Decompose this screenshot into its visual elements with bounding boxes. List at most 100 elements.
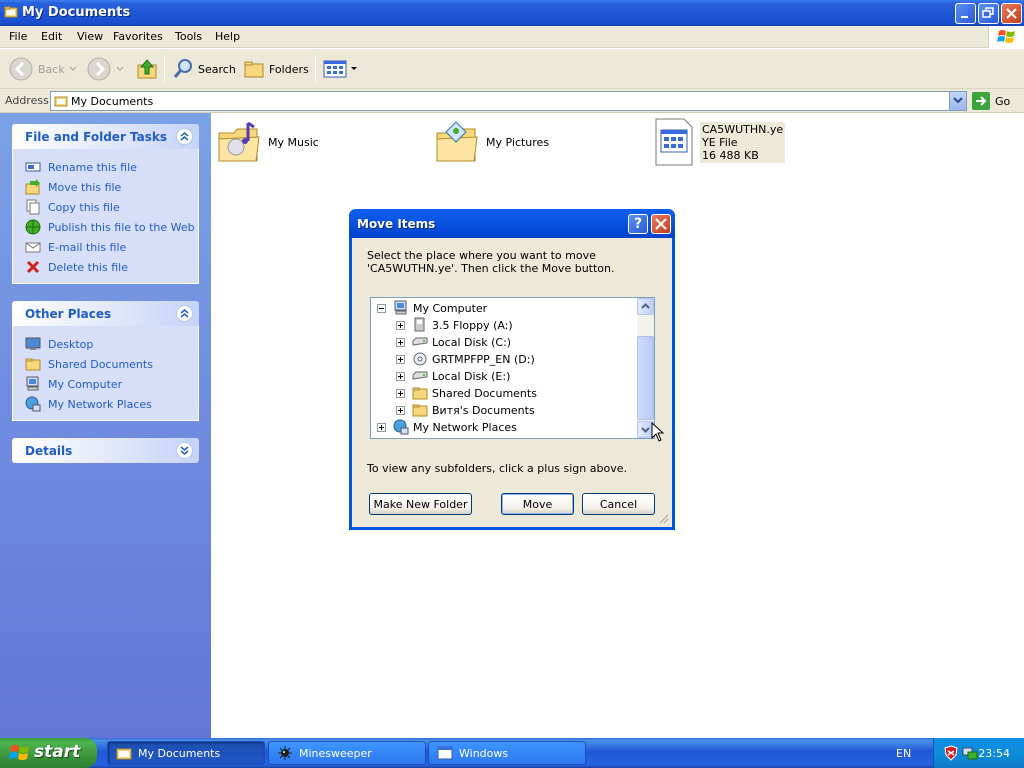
place-my-network[interactable]: My Network Places — [25, 394, 198, 414]
dialog-title-bar[interactable]: Move Items ? — [349, 209, 675, 238]
collapse-chevron-icon[interactable] — [176, 305, 193, 322]
expand-toggle[interactable] — [396, 337, 405, 347]
panel-header[interactable]: File and Folder Tasks — [12, 124, 199, 149]
address-dropdown-button[interactable] — [949, 92, 966, 110]
help-button[interactable]: ? — [628, 214, 648, 234]
taskbar: start My Documents Minesweeper Windows E… — [0, 738, 1024, 768]
scroll-up-button[interactable] — [637, 298, 654, 315]
tree-scrollbar[interactable] — [637, 298, 654, 438]
clock[interactable]: 23:54 — [978, 747, 1010, 760]
tree-node-shared-documents[interactable]: Shared Documents — [396, 385, 537, 401]
back-button[interactable]: Back — [8, 55, 77, 83]
menu-bar: File Edit View Favorites Tools Help — [0, 26, 1024, 48]
expand-toggle[interactable] — [396, 354, 405, 364]
panel-header[interactable]: Other Places — [12, 301, 199, 326]
folders-icon — [244, 61, 264, 78]
taskbar-minesweeper[interactable]: Minesweeper — [268, 741, 426, 765]
resize-grip-icon[interactable] — [657, 512, 669, 524]
task-move-file[interactable]: Move this file — [25, 177, 198, 197]
dialog-body: Select the place where you want to move … — [352, 238, 672, 527]
menu-file[interactable]: File — [9, 30, 27, 43]
move-button[interactable]: Move — [501, 493, 574, 515]
tree-node-my-network-places[interactable]: My Network Places — [377, 419, 517, 435]
language-indicator[interactable]: EN — [896, 747, 911, 760]
place-my-computer[interactable]: My Computer — [25, 374, 198, 394]
security-shield-icon[interactable] — [943, 745, 959, 761]
pictures-folder-icon — [436, 121, 478, 162]
expand-toggle[interactable] — [377, 422, 386, 432]
move-items-dialog: Move Items ? Select the place where you … — [349, 209, 675, 530]
toolbar-separator — [164, 55, 165, 83]
task-copy-file[interactable]: Copy this file — [25, 197, 198, 217]
menu-tools[interactable]: Tools — [175, 30, 202, 43]
expand-chevron-icon[interactable] — [176, 442, 193, 459]
chevron-up-icon — [641, 303, 650, 309]
mine-icon — [278, 746, 292, 760]
hard-drive-icon — [412, 337, 428, 346]
computer-icon — [26, 376, 39, 391]
file-ca5wuthn[interactable]: CA5WUTHN.ye YE File 16 488 KB — [654, 118, 786, 166]
forward-button[interactable] — [86, 55, 124, 83]
dialog-title: Move Items — [357, 217, 436, 231]
task-rename-file[interactable]: Rename this file — [25, 157, 198, 177]
folders-button[interactable]: Folders — [243, 55, 309, 83]
place-shared-documents[interactable]: Shared Documents — [25, 354, 198, 374]
close-button[interactable] — [1001, 3, 1022, 24]
address-input[interactable]: My Documents — [50, 91, 967, 111]
taskbar-my-documents[interactable]: My Documents — [107, 741, 265, 765]
start-button[interactable]: start — [0, 738, 97, 768]
panel-header[interactable]: Details — [12, 438, 199, 463]
dialog-close-button[interactable] — [651, 214, 671, 234]
desktop-icon — [25, 337, 41, 350]
go-button[interactable]: Go — [972, 92, 1010, 110]
restore-icon — [982, 7, 994, 18]
make-new-folder-button[interactable]: Make New Folder — [369, 493, 472, 515]
folder-icon — [116, 748, 132, 760]
rename-icon — [25, 162, 41, 172]
scroll-thumb[interactable] — [637, 336, 654, 420]
task-email-file[interactable]: E-mail this file — [25, 237, 198, 257]
expand-toggle[interactable] — [396, 320, 405, 330]
email-icon — [25, 242, 41, 253]
expand-toggle[interactable] — [396, 371, 405, 381]
collapse-toggle[interactable] — [377, 303, 386, 313]
network-tray-icon[interactable] — [962, 745, 978, 761]
place-desktop[interactable]: Desktop — [25, 334, 198, 354]
delete-x-icon — [26, 260, 40, 274]
menu-edit[interactable]: Edit — [41, 30, 62, 43]
minimize-button[interactable] — [955, 3, 976, 24]
menu-view[interactable]: View — [77, 30, 103, 43]
restore-button[interactable] — [978, 3, 999, 24]
computer-icon — [394, 300, 407, 315]
network-globe-icon — [393, 419, 409, 435]
menu-help[interactable]: Help — [215, 30, 240, 43]
cancel-button[interactable]: Cancel — [582, 493, 655, 515]
address-value: My Documents — [71, 95, 154, 108]
views-button[interactable] — [323, 55, 357, 83]
folder-icon — [4, 6, 18, 18]
task-pane: File and Folder Tasks Rename this file M… — [0, 113, 211, 738]
tree-node-cd-d[interactable]: GRTMPFPP_EN (D:) — [396, 351, 535, 367]
go-arrow-icon — [972, 92, 990, 110]
floppy-drive-icon — [414, 317, 425, 332]
task-delete-file[interactable]: Delete this file — [25, 257, 198, 277]
tree-node-floppy[interactable]: 3.5 Floppy (A:) — [396, 317, 513, 333]
other-places-panel: Other Places Desktop Shared Documents My… — [12, 301, 199, 421]
task-publish-web[interactable]: Publish this file to the Web — [25, 217, 198, 237]
up-folder-button[interactable] — [135, 55, 159, 83]
menu-favorites[interactable]: Favorites — [113, 30, 163, 43]
expand-toggle[interactable] — [396, 388, 405, 398]
tree-node-local-disk-c[interactable]: Local Disk (C:) — [396, 334, 511, 350]
taskbar-windows[interactable]: Windows — [428, 741, 586, 765]
tree-node-vitya-documents[interactable]: Витя's Documents — [396, 402, 535, 418]
globe-icon — [25, 219, 41, 235]
folder-my-pictures[interactable]: My Pictures — [434, 119, 549, 165]
expand-toggle[interactable] — [396, 405, 405, 415]
folder-tree[interactable]: My Computer 3.5 Floppy (A:) Local Disk (… — [370, 297, 655, 439]
search-button[interactable]: Search — [172, 55, 236, 83]
tree-node-local-disk-e[interactable]: Local Disk (E:) — [396, 368, 510, 384]
collapse-chevron-icon[interactable] — [176, 128, 193, 145]
folder-my-music[interactable]: My Music — [216, 119, 319, 165]
tree-node-my-computer[interactable]: My Computer — [377, 300, 487, 316]
generic-file-icon — [655, 118, 693, 166]
